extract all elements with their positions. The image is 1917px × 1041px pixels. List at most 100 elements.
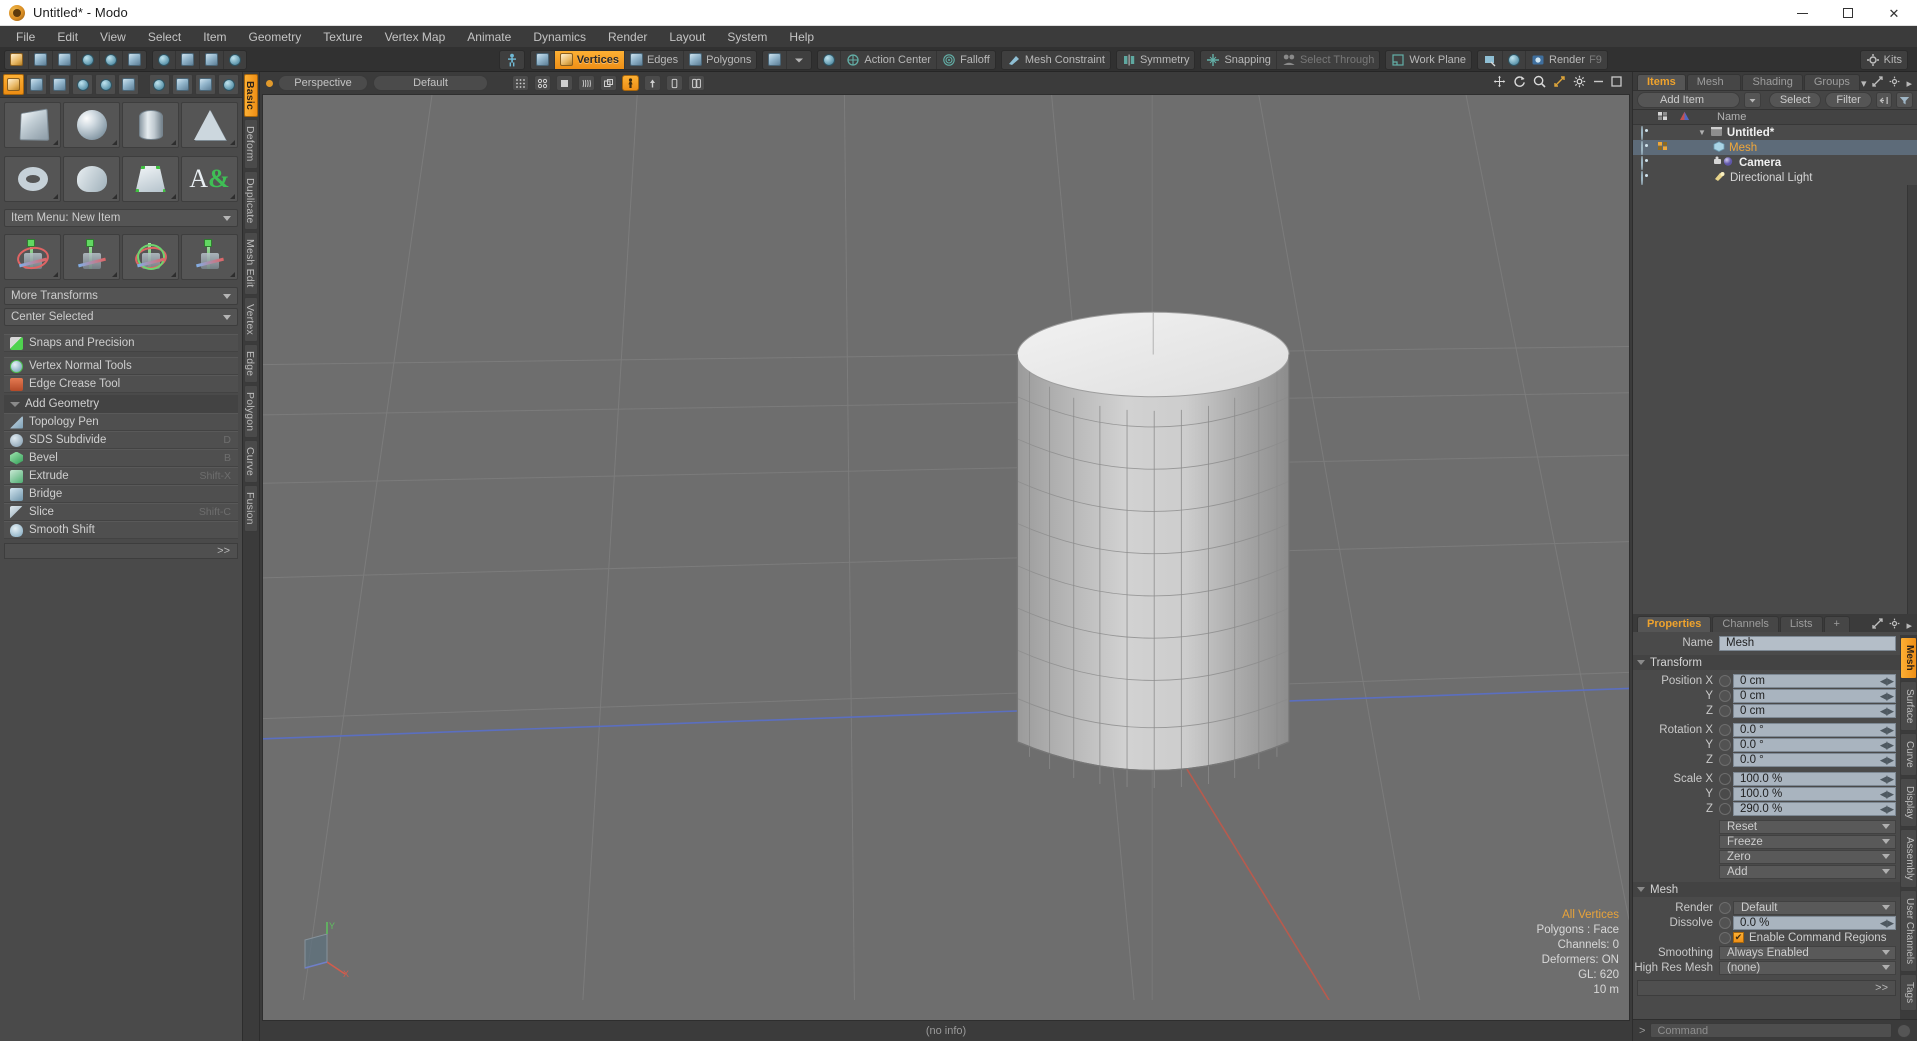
select-box-icon[interactable] xyxy=(195,74,216,95)
table-row[interactable]: ▼ Untitled* xyxy=(1633,125,1917,140)
item-mode-icon[interactable] xyxy=(531,51,555,69)
tab-add[interactable]: + xyxy=(1824,616,1850,632)
gear-icon[interactable] xyxy=(1889,618,1900,632)
vtab-edge[interactable]: Edge xyxy=(244,344,258,383)
wireframe-toggle[interactable] xyxy=(1651,141,1673,154)
center-selected-dropdown[interactable]: Center Selected xyxy=(4,308,238,326)
properties-expand-button[interactable]: >> xyxy=(1637,980,1896,996)
rotation-z-key-icon[interactable] xyxy=(1719,754,1731,766)
menu-texture[interactable]: Texture xyxy=(312,26,373,48)
table-row[interactable]: Camera xyxy=(1633,155,1917,170)
viewport-menu-dot[interactable] xyxy=(266,80,273,87)
sculpt-tool-icon[interactable] xyxy=(100,51,123,69)
symmetry-button[interactable]: Symmetry xyxy=(1117,51,1195,69)
curve-icon[interactable] xyxy=(149,74,170,95)
menu-layout[interactable]: Layout xyxy=(658,26,716,48)
ptab-display[interactable]: Display xyxy=(1900,778,1917,827)
menu-select[interactable]: Select xyxy=(137,26,192,48)
select-button[interactable]: Select xyxy=(1769,92,1822,108)
tab-channels[interactable]: Channels xyxy=(1712,616,1778,632)
work-plane-button[interactable]: Work Plane xyxy=(1386,51,1471,69)
cube-tool-icon[interactable] xyxy=(5,51,29,69)
expand-panel-icon[interactable] xyxy=(1872,618,1883,632)
menu-dynamics[interactable]: Dynamics xyxy=(522,26,597,48)
scale-y-key-icon[interactable] xyxy=(1719,788,1731,800)
chevron-down-icon[interactable]: ▾ xyxy=(1861,77,1867,90)
flow-tool-icon[interactable] xyxy=(153,51,176,69)
menu-edit[interactable]: Edit xyxy=(46,26,89,48)
scale-z-key-icon[interactable] xyxy=(1719,803,1731,815)
slice-item[interactable]: Slice Shift-C xyxy=(4,503,238,521)
items-list-scrollbar[interactable] xyxy=(1907,185,1917,614)
rotation-z-input[interactable]: 0.0 °◀|▶ xyxy=(1733,753,1896,767)
human-scale-icon[interactable] xyxy=(500,51,524,69)
scale-z-input[interactable]: 290.0 %◀|▶ xyxy=(1733,802,1896,816)
ptab-curve[interactable]: Curve xyxy=(1900,733,1917,776)
zoom-icon[interactable] xyxy=(1533,75,1546,91)
position-y-input[interactable]: 0 cm◀|▶ xyxy=(1733,689,1896,703)
filter-button[interactable]: Filter xyxy=(1825,92,1871,108)
maximize-button[interactable] xyxy=(1825,0,1871,26)
vtab-deform[interactable]: Deform xyxy=(244,119,258,169)
bevel-item[interactable]: Bevel B xyxy=(4,449,238,467)
tab-mesh-ops[interactable]: Mesh ... xyxy=(1687,74,1742,90)
mode-vertices-button[interactable]: Vertices xyxy=(555,51,625,69)
fit-icon[interactable] xyxy=(1553,75,1566,91)
points-tool-icon[interactable] xyxy=(224,51,246,69)
stamp-icon[interactable] xyxy=(118,74,139,95)
preview-render-icon[interactable] xyxy=(1478,51,1503,69)
topology-pen-item[interactable]: Topology Pen xyxy=(4,413,238,431)
vtab-curve[interactable]: Curve xyxy=(244,440,258,483)
panel-menu-icon[interactable]: ▸ xyxy=(1906,77,1912,90)
tube-primitive-icon[interactable] xyxy=(63,156,120,202)
text-primitive-icon[interactable]: A& xyxy=(181,156,238,202)
scale-x-input[interactable]: 100.0 %◀|▶ xyxy=(1733,772,1896,786)
grid-icon[interactable] xyxy=(26,74,47,95)
solid-display-icon[interactable] xyxy=(556,75,573,91)
human-figure-icon[interactable] xyxy=(622,75,639,91)
cone-primitive-icon[interactable] xyxy=(181,102,238,148)
menu-vertex-map[interactable]: Vertex Map xyxy=(374,26,457,48)
edge-crease-tool-item[interactable]: Edge Crease Tool xyxy=(4,375,238,393)
dots-icon[interactable] xyxy=(218,74,239,95)
freeze-dropdown[interactable]: Freeze xyxy=(1719,835,1896,849)
tab-properties[interactable]: Properties xyxy=(1637,616,1711,632)
vtab-basic[interactable]: Basic xyxy=(244,74,258,117)
menu-view[interactable]: View xyxy=(89,26,137,48)
item-menu-dropdown[interactable]: Item Menu: New Item xyxy=(4,209,238,227)
scale-x-key-icon[interactable] xyxy=(1719,773,1731,785)
magnet-icon[interactable] xyxy=(49,74,70,95)
3d-viewport[interactable]: All Vertices Polygons : Face Channels: 0… xyxy=(262,94,1630,1021)
close-button[interactable]: ✕ xyxy=(1871,0,1917,26)
visibility-toggle[interactable] xyxy=(1633,157,1651,169)
maximize-view-icon[interactable] xyxy=(1611,76,1622,90)
rotation-x-key-icon[interactable] xyxy=(1719,724,1731,736)
command-input[interactable]: Command xyxy=(1650,1023,1892,1038)
mesh-section-header[interactable]: Mesh xyxy=(1633,882,1900,897)
render-button[interactable]: Render F9 xyxy=(1526,51,1607,69)
position-x-input[interactable]: 0 cm◀|▶ xyxy=(1733,674,1896,688)
collapse-icon[interactable] xyxy=(1876,92,1893,108)
extrude-item[interactable]: Extrude Shift-X xyxy=(4,467,238,485)
filter-funnel-icon[interactable] xyxy=(1896,92,1913,108)
command-help-icon[interactable] xyxy=(1897,1024,1911,1038)
lattice-tool-icon[interactable] xyxy=(176,51,200,69)
rotation-x-input[interactable]: 0.0 °◀|▶ xyxy=(1733,723,1896,737)
vtab-vertex[interactable]: Vertex xyxy=(244,297,258,342)
uv-display-icon[interactable] xyxy=(600,75,617,91)
menu-help[interactable]: Help xyxy=(778,26,825,48)
position-y-key-icon[interactable] xyxy=(1719,690,1731,702)
ptab-user-channels[interactable]: User Channels xyxy=(1900,890,1917,972)
grid-tool-icon[interactable] xyxy=(29,51,53,69)
vertex-display-icon[interactable] xyxy=(534,75,551,91)
rotate-tool-icon[interactable] xyxy=(122,234,179,280)
chevron-down-icon[interactable] xyxy=(787,51,811,69)
items-list-empty-area[interactable] xyxy=(1633,185,1917,614)
visibility-toggle[interactable] xyxy=(1633,172,1651,184)
sphere-primitive-icon[interactable] xyxy=(63,102,120,148)
wireframe-icon[interactable] xyxy=(512,75,529,91)
mode-edges-button[interactable]: Edges xyxy=(625,51,684,69)
cylinder-primitive-icon[interactable] xyxy=(122,102,179,148)
expand-panel-icon[interactable] xyxy=(1872,76,1883,90)
add-item-caret-icon[interactable] xyxy=(1744,92,1761,108)
